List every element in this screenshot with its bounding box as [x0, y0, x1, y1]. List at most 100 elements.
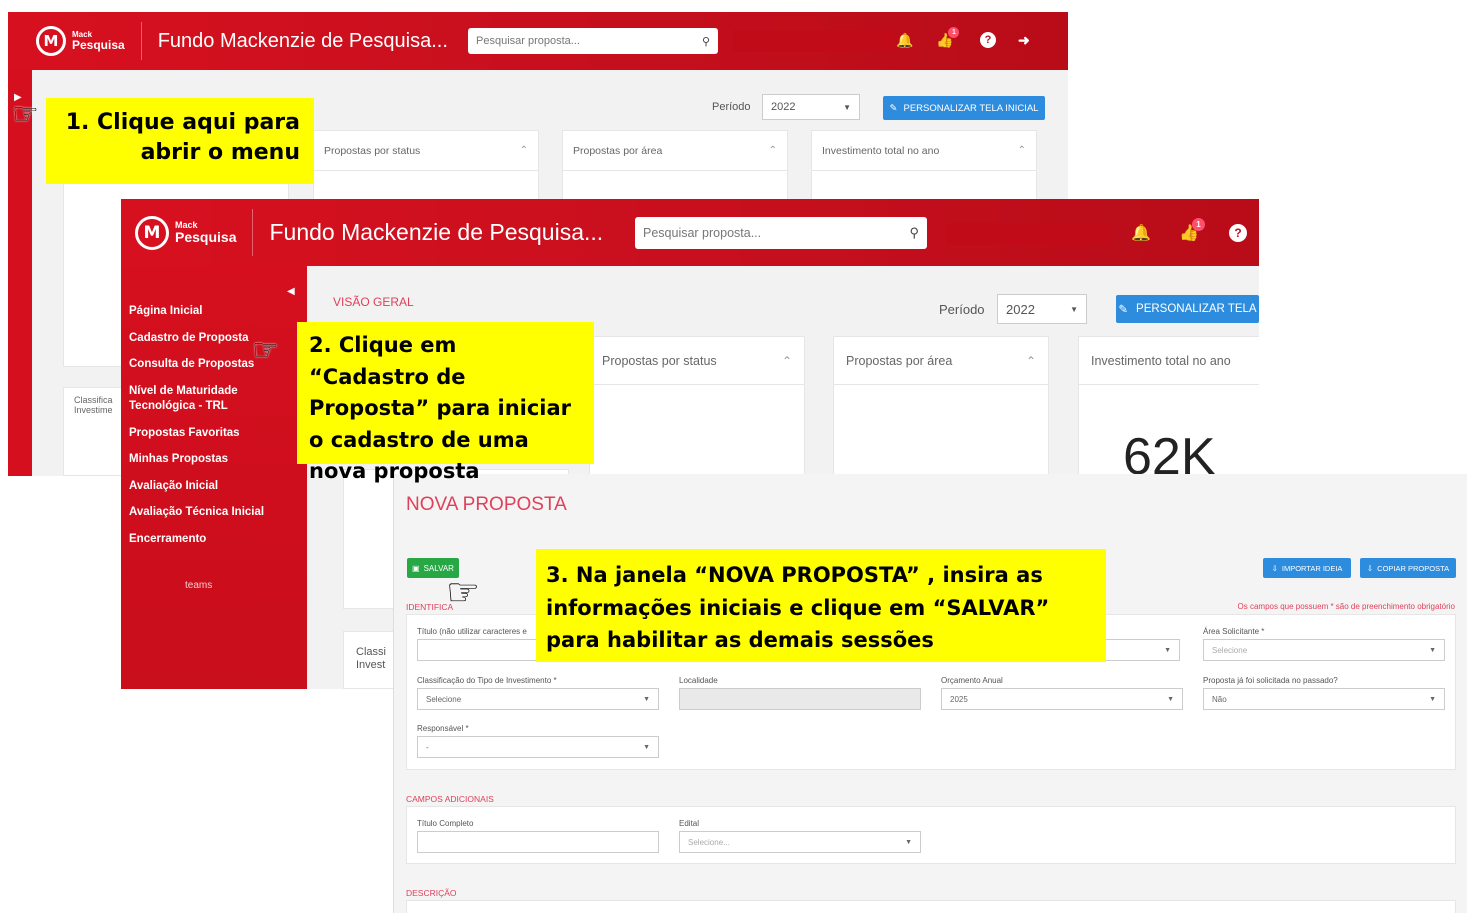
- sidebar-item-my-proposals[interactable]: Minhas Propostas: [129, 452, 301, 468]
- search-input[interactable]: Pesquisar proposta... ⚲: [635, 217, 927, 249]
- sidebar-item-initial-evaluation[interactable]: Avaliação Inicial: [129, 479, 301, 495]
- responsible-label: Responsável *: [417, 724, 469, 733]
- period-label: Período: [939, 302, 985, 317]
- bell-icon[interactable]: 🔔: [896, 32, 913, 49]
- section-title: VISÃO GERAL: [333, 295, 414, 309]
- app-logo[interactable]: M Mack Pesquisa: [36, 26, 125, 56]
- screen3-new-proposal: NOVA PROPOSTA ▣ SALVAR ⇩ IMPORTAR IDEIA …: [393, 474, 1467, 913]
- logo-large-text: Pesquisa: [72, 38, 125, 52]
- sidebar-menu: ◀ Página Inicial Cadastro de Proposta Co…: [121, 266, 307, 689]
- help-icon[interactable]: ?: [1229, 224, 1247, 242]
- location-field: [679, 688, 921, 710]
- sidebar-item-trl[interactable]: Nível de Maturidade Tecnológica - TRL: [129, 384, 259, 415]
- user-name-bar[interactable]: [946, 223, 1112, 245]
- description-card: [406, 900, 1456, 913]
- classification-select[interactable]: Selecione ▼: [417, 688, 659, 710]
- caret-down-icon: ▼: [1167, 695, 1174, 703]
- thumbs-up-icon[interactable]: 👍 1: [1179, 218, 1205, 243]
- screen2-header: M Mack Pesquisa Fundo Mackenzie de Pesqu…: [121, 199, 1259, 266]
- import-icon: ⇩: [1271, 563, 1278, 573]
- help-icon[interactable]: ?: [980, 32, 996, 48]
- page-title: Fundo Mackenzie de Pesquisa...: [269, 219, 604, 245]
- chevron-up-icon[interactable]: ⌃: [520, 145, 528, 156]
- callout-step1: 1. Clique aqui para abrir o menu: [46, 98, 314, 184]
- customize-home-button[interactable]: ✎ PERSONALIZAR TELA: [1116, 295, 1259, 323]
- bell-icon[interactable]: 🔔: [1131, 223, 1151, 243]
- page-title: Fundo Mackenzie de Pesquisa...: [157, 29, 448, 52]
- import-idea-button[interactable]: ⇩ IMPORTAR IDEIA: [1263, 558, 1351, 578]
- panel-title: Investimento total no ano: [1091, 353, 1231, 368]
- notification-badge: 1: [1191, 218, 1205, 231]
- area-select[interactable]: Selecione ▼: [1203, 639, 1445, 661]
- required-note: Os campos que possuem * são de preenchim…: [1237, 602, 1455, 611]
- caret-down-icon: ▼: [1070, 304, 1078, 314]
- user-name-bar[interactable]: [733, 30, 893, 52]
- hidden-select[interactable]: ▼: [1104, 639, 1180, 661]
- logo-circle: M: [135, 215, 169, 250]
- edital-value: Selecione...: [688, 837, 730, 847]
- full-title-field[interactable]: [417, 831, 659, 853]
- search-input[interactable]: Pesquisar proposta... ⚲: [468, 28, 718, 54]
- location-label: Localidade: [679, 676, 718, 685]
- previous-request-label: Proposta já foi solicitada no passado?: [1203, 676, 1338, 685]
- search-placeholder: Pesquisar proposta...: [643, 226, 762, 240]
- callout-step3-text: 3. Na janela “NOVA PROPOSTA” , insira as…: [546, 563, 1050, 653]
- logout-icon[interactable]: ➜: [1018, 32, 1030, 49]
- sidebar-item-home[interactable]: Página Inicial: [129, 304, 301, 320]
- customize-button-label: PERSONALIZAR TELA INICIAL: [903, 102, 1039, 114]
- pencil-icon: ✎: [1118, 304, 1129, 316]
- budget-value: 2025: [950, 694, 968, 704]
- responsible-select[interactable]: - ▼: [417, 736, 659, 758]
- chevron-up-icon[interactable]: ⌃: [782, 354, 792, 368]
- panel-title: Investimento total no ano: [822, 144, 940, 157]
- pointer-hand-icon: ☞: [12, 98, 39, 131]
- edital-label: Edital: [679, 819, 700, 828]
- callout-step2-text: 2. Clique em “Cadastro de Proposta” para…: [309, 333, 572, 483]
- sidebar-item-closing[interactable]: Encerramento: [129, 532, 301, 548]
- panel-title: Propostas por status: [324, 144, 421, 157]
- sidebar-footer-logo: teams: [185, 580, 213, 591]
- previous-request-select[interactable]: Não ▼: [1203, 688, 1445, 710]
- pointer-hand-icon: ☞: [446, 572, 481, 614]
- panel-title: Propostas por área: [846, 353, 953, 368]
- panel-title: Propostas por status: [602, 353, 717, 368]
- form-title: NOVA PROPOSTA: [406, 494, 567, 515]
- collapse-menu-icon[interactable]: ◀: [287, 286, 295, 297]
- sidebar-item-favorites[interactable]: Propostas Favoritas: [129, 426, 301, 442]
- copy-icon: ⇩: [1366, 563, 1374, 573]
- edital-select[interactable]: Selecione... ▼: [679, 831, 921, 853]
- copy-button-label: COPIAR PROPOSTA: [1377, 563, 1450, 573]
- thumbs-up-icon[interactable]: 👍 1: [936, 27, 960, 49]
- budget-select[interactable]: 2025 ▼: [941, 688, 1183, 710]
- classification-value: Selecione: [426, 694, 462, 704]
- chevron-up-icon[interactable]: ⌃: [769, 145, 777, 156]
- area-value: Selecione: [1212, 645, 1248, 655]
- copy-proposal-button[interactable]: ⇩ COPIAR PROPOSTA: [1360, 558, 1456, 578]
- classification-label: Classificação do Tipo de Investimento *: [417, 676, 557, 685]
- chevron-up-icon[interactable]: ⌃: [1018, 145, 1026, 156]
- chevron-up-icon[interactable]: ⌃: [1026, 354, 1036, 368]
- caret-down-icon: ▼: [643, 743, 650, 751]
- period-value: 2022: [771, 101, 796, 113]
- period-select[interactable]: 2022 ▼: [997, 294, 1087, 324]
- search-icon[interactable]: ⚲: [702, 35, 710, 48]
- search-placeholder: Pesquisar proposta...: [476, 35, 580, 47]
- classification-label: Classifica Investime: [74, 395, 113, 415]
- responsible-value: -: [426, 742, 429, 752]
- pointer-hand-icon: ☞: [252, 334, 279, 367]
- callout-step3: 3. Na janela “NOVA PROPOSTA” , insira as…: [536, 549, 1106, 662]
- caret-down-icon: ▼: [1164, 646, 1171, 654]
- customize-home-button[interactable]: ✎ PERSONALIZAR TELA INICIAL: [883, 96, 1045, 120]
- period-select[interactable]: 2022 ▼: [762, 94, 860, 120]
- header-separator: [140, 22, 142, 60]
- period-label: Período: [712, 101, 751, 113]
- search-icon[interactable]: ⚲: [909, 225, 919, 241]
- caret-down-icon: ▼: [1429, 695, 1436, 703]
- notification-badge: 1: [948, 27, 960, 38]
- sidebar-item-technical-evaluation[interactable]: Avaliação Técnica Inicial: [129, 505, 301, 521]
- app-logo[interactable]: M Mack Pesquisa: [135, 215, 236, 250]
- budget-label: Orçamento Anual: [941, 676, 1003, 685]
- logo-circle: M: [36, 26, 66, 56]
- period-value: 2022: [1006, 301, 1035, 317]
- customize-button-label: PERSONALIZAR TELA: [1136, 303, 1257, 315]
